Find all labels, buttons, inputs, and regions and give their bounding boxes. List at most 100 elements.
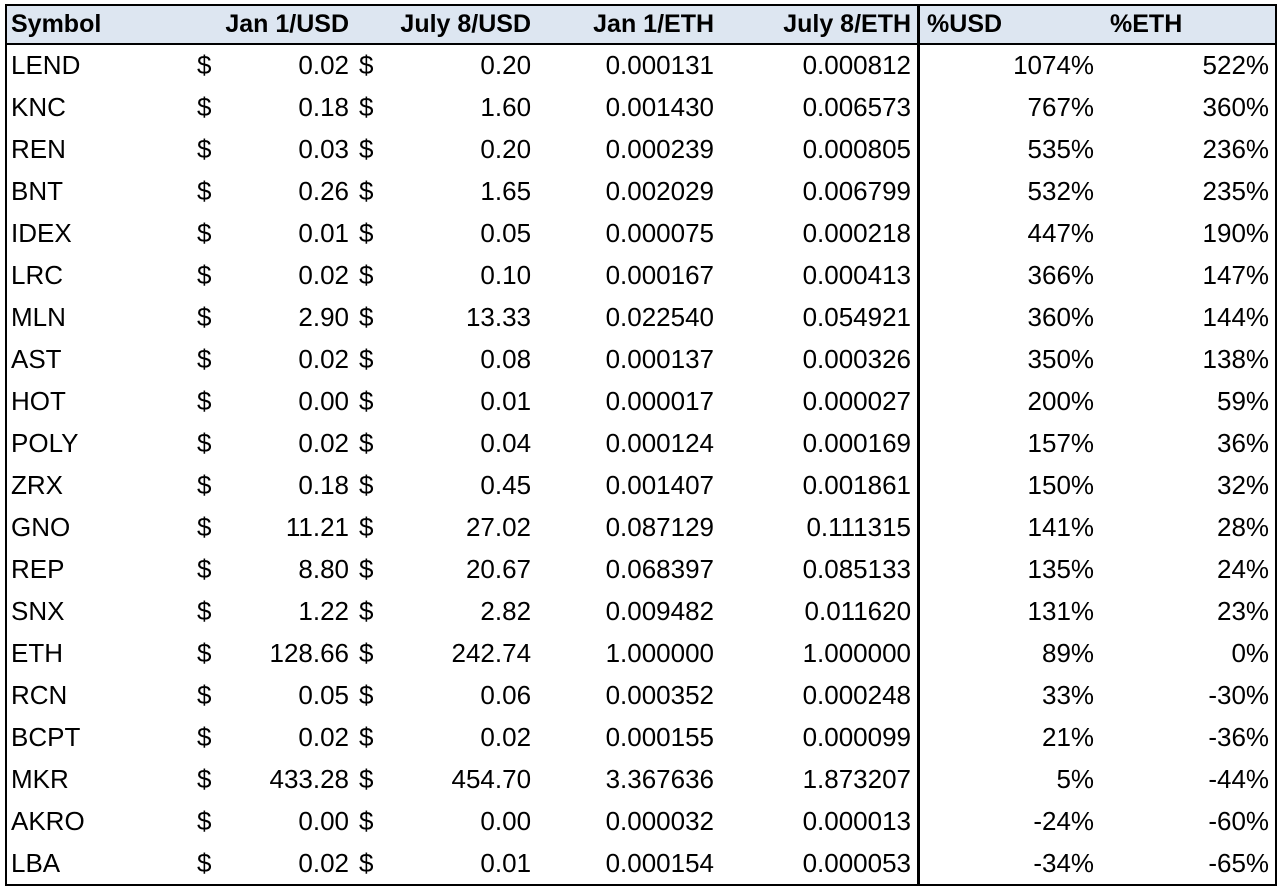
cell-jan1-eth[interactable]: 0.000017 <box>537 380 720 422</box>
cell-symbol[interactable]: MKR <box>7 758 193 800</box>
cell-pct-eth[interactable]: -30% <box>1100 674 1275 716</box>
cell-jul8-eth[interactable]: 0.001861 <box>720 464 917 506</box>
cell-jul8-eth[interactable]: 0.000413 <box>720 254 917 296</box>
cell-pct-eth[interactable]: 144% <box>1100 296 1275 338</box>
cell-jul8-usd[interactable]: 2.82 <box>395 590 537 632</box>
cell-jul8-usd-currency[interactable]: $ <box>355 170 395 212</box>
cell-jul8-eth[interactable]: 0.000053 <box>720 842 917 884</box>
cell-jul8-usd[interactable]: 454.70 <box>395 758 537 800</box>
cell-pct-usd[interactable]: 350% <box>917 338 1100 380</box>
cell-jul8-usd-currency[interactable]: $ <box>355 44 395 86</box>
cell-symbol[interactable]: MLN <box>7 296 193 338</box>
cell-pct-usd[interactable]: 141% <box>917 506 1100 548</box>
cell-jul8-usd-currency[interactable]: $ <box>355 212 395 254</box>
cell-symbol[interactable]: ETH <box>7 632 193 674</box>
cell-jan1-usd[interactable]: 0.02 <box>233 254 355 296</box>
cell-jul8-eth[interactable]: 0.000099 <box>720 716 917 758</box>
cell-symbol[interactable]: LEND <box>7 44 193 86</box>
cell-pct-usd[interactable]: 1074% <box>917 44 1100 86</box>
cell-jul8-usd-currency[interactable]: $ <box>355 674 395 716</box>
cell-symbol[interactable]: BNT <box>7 170 193 212</box>
cell-jul8-usd[interactable]: 0.01 <box>395 842 537 884</box>
cell-jan1-eth[interactable]: 0.001430 <box>537 86 720 128</box>
cell-jul8-eth[interactable]: 0.006573 <box>720 86 917 128</box>
cell-jul8-eth[interactable]: 0.085133 <box>720 548 917 590</box>
cell-jan1-usd[interactable]: 0.18 <box>233 464 355 506</box>
cell-jan1-usd[interactable]: 433.28 <box>233 758 355 800</box>
cell-jul8-eth[interactable]: 1.000000 <box>720 632 917 674</box>
cell-symbol[interactable]: HOT <box>7 380 193 422</box>
cell-pct-eth[interactable]: -44% <box>1100 758 1275 800</box>
cell-jul8-usd[interactable]: 0.05 <box>395 212 537 254</box>
cell-jul8-usd-currency[interactable]: $ <box>355 86 395 128</box>
cell-pct-eth[interactable]: 235% <box>1100 170 1275 212</box>
cell-jul8-usd[interactable]: 0.45 <box>395 464 537 506</box>
cell-pct-usd[interactable]: 200% <box>917 380 1100 422</box>
cell-jan1-usd[interactable]: 0.00 <box>233 800 355 842</box>
cell-jan1-usd[interactable]: 0.02 <box>233 422 355 464</box>
cell-jul8-usd-currency[interactable]: $ <box>355 296 395 338</box>
cell-jan1-eth[interactable]: 0.001407 <box>537 464 720 506</box>
cell-pct-usd[interactable]: 366% <box>917 254 1100 296</box>
cell-jan1-usd[interactable]: 0.26 <box>233 170 355 212</box>
cell-jul8-usd[interactable]: 0.04 <box>395 422 537 464</box>
cell-jan1-eth[interactable]: 0.000239 <box>537 128 720 170</box>
cell-jul8-eth[interactable]: 0.000013 <box>720 800 917 842</box>
cell-jul8-usd[interactable]: 0.20 <box>395 44 537 86</box>
cell-jul8-eth[interactable]: 0.111315 <box>720 506 917 548</box>
cell-jan1-usd[interactable]: 2.90 <box>233 296 355 338</box>
cell-pct-usd[interactable]: -24% <box>917 800 1100 842</box>
cell-jan1-usd[interactable]: 0.18 <box>233 86 355 128</box>
cell-pct-usd[interactable]: 21% <box>917 716 1100 758</box>
cell-jan1-eth[interactable]: 0.022540 <box>537 296 720 338</box>
cell-pct-eth[interactable]: 190% <box>1100 212 1275 254</box>
cell-jul8-usd-currency[interactable]: $ <box>355 464 395 506</box>
cell-jul8-usd[interactable]: 0.01 <box>395 380 537 422</box>
cell-jul8-usd-currency[interactable]: $ <box>355 338 395 380</box>
header-pct-eth[interactable]: %ETH <box>1100 6 1276 45</box>
cell-jul8-eth[interactable]: 0.000326 <box>720 338 917 380</box>
cell-pct-usd[interactable]: 767% <box>917 86 1100 128</box>
cell-jan1-usd[interactable]: 8.80 <box>233 548 355 590</box>
cell-jan1-usd[interactable]: 11.21 <box>233 506 355 548</box>
cell-jul8-usd[interactable]: 20.67 <box>395 548 537 590</box>
cell-symbol[interactable]: LRC <box>7 254 193 296</box>
cell-pct-usd[interactable]: 360% <box>917 296 1100 338</box>
cell-pct-usd[interactable]: 447% <box>917 212 1100 254</box>
cell-pct-eth[interactable]: 138% <box>1100 338 1275 380</box>
cell-jan1-usd-currency[interactable]: $ <box>193 800 233 842</box>
cell-pct-eth[interactable]: 522% <box>1100 44 1275 86</box>
cell-jul8-usd-currency[interactable]: $ <box>355 548 395 590</box>
cell-pct-eth[interactable]: 24% <box>1100 548 1275 590</box>
header-jul8-usd[interactable]: July 8/USD <box>355 6 538 45</box>
cell-pct-eth[interactable]: 0% <box>1100 632 1275 674</box>
cell-jan1-eth[interactable]: 0.068397 <box>537 548 720 590</box>
cell-jul8-usd[interactable]: 0.02 <box>395 716 537 758</box>
cell-jan1-usd[interactable]: 0.03 <box>233 128 355 170</box>
cell-jan1-eth[interactable]: 0.000154 <box>537 842 720 884</box>
cell-jan1-eth[interactable]: 0.000155 <box>537 716 720 758</box>
cell-jan1-usd-currency[interactable]: $ <box>193 212 233 254</box>
cell-pct-usd[interactable]: 535% <box>917 128 1100 170</box>
cell-jan1-usd-currency[interactable]: $ <box>193 86 233 128</box>
cell-jul8-usd[interactable]: 27.02 <box>395 506 537 548</box>
cell-jan1-eth[interactable]: 3.367636 <box>537 758 720 800</box>
cell-jan1-eth[interactable]: 0.000131 <box>537 44 720 86</box>
cell-symbol[interactable]: ZRX <box>7 464 193 506</box>
cell-jan1-usd-currency[interactable]: $ <box>193 506 233 548</box>
cell-jan1-usd[interactable]: 128.66 <box>233 632 355 674</box>
cell-jan1-usd-currency[interactable]: $ <box>193 338 233 380</box>
cell-pct-eth[interactable]: 360% <box>1100 86 1275 128</box>
cell-symbol[interactable]: REN <box>7 128 193 170</box>
cell-jul8-eth[interactable]: 0.000248 <box>720 674 917 716</box>
cell-pct-eth[interactable]: -60% <box>1100 800 1275 842</box>
cell-jul8-usd[interactable]: 242.74 <box>395 632 537 674</box>
cell-pct-usd[interactable]: 157% <box>917 422 1100 464</box>
cell-jan1-usd-currency[interactable]: $ <box>193 128 233 170</box>
cell-jul8-usd-currency[interactable]: $ <box>355 758 395 800</box>
cell-jan1-usd-currency[interactable]: $ <box>193 254 233 296</box>
cell-pct-usd[interactable]: 89% <box>917 632 1100 674</box>
cell-jul8-eth[interactable]: 0.000027 <box>720 380 917 422</box>
cell-pct-usd[interactable]: 33% <box>917 674 1100 716</box>
cell-jul8-usd[interactable]: 0.08 <box>395 338 537 380</box>
